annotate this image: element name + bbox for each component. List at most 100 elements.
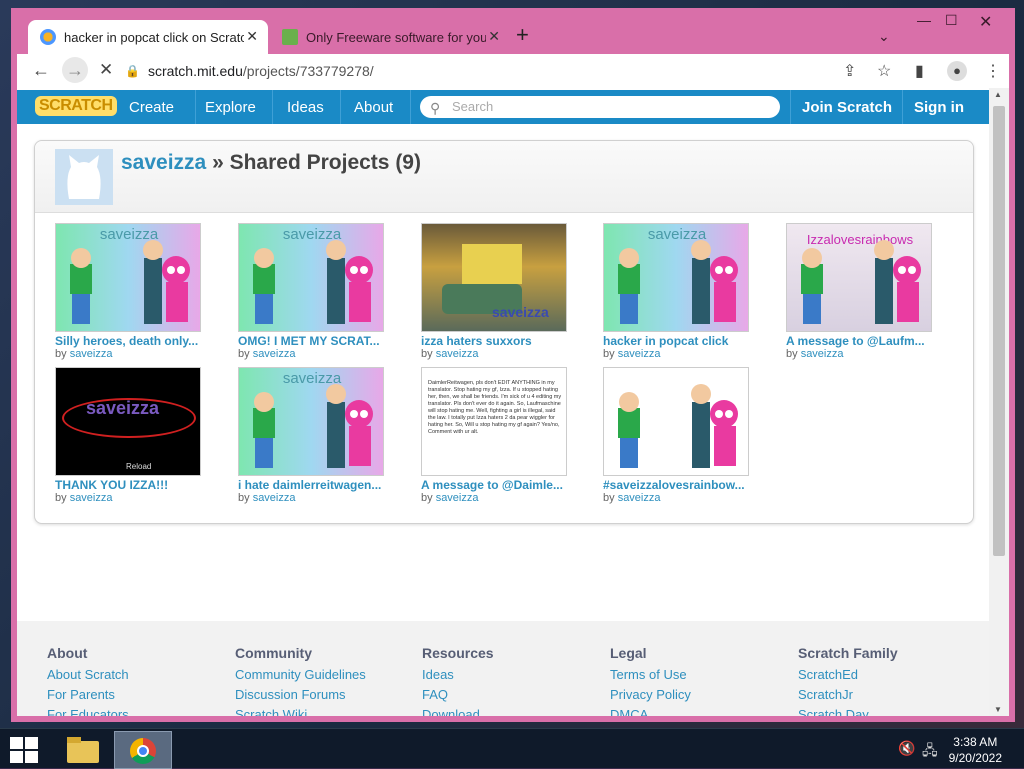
project-author[interactable]: saveizza (801, 348, 844, 360)
stop-loading-icon[interactable]: ✕ (99, 60, 113, 80)
project-author[interactable]: saveizza (70, 348, 113, 360)
scratch-logo[interactable]: SCRATCH (35, 96, 117, 116)
project-author[interactable]: saveizza (253, 348, 296, 360)
project-card[interactable]: #saveizzalovesrainbow... by saveizza (603, 367, 753, 504)
project-card[interactable]: saveizza hacker in popcat click by saveizz… (603, 223, 753, 360)
footer-link[interactable]: Download (422, 707, 494, 716)
back-arrow-icon[interactable]: ← (32, 60, 50, 80)
project-thumbnail[interactable]: saveizza (603, 223, 753, 332)
project-thumbnail[interactable]: saveizza Reload (55, 367, 205, 476)
project-card[interactable]: saveizza izza haters suxxors by saveizza (421, 223, 571, 360)
project-title[interactable]: izza haters suxxors (421, 334, 571, 348)
profile-username[interactable]: saveizza (121, 151, 206, 174)
footer-column: About About Scratch For Parents For Educato… (47, 645, 129, 716)
project-title[interactable]: THANK YOU IZZA!!! (55, 478, 205, 492)
project-card[interactable]: saveizza OMG! I MET MY SCRAT... by saveizz… (238, 223, 388, 360)
divider (410, 90, 411, 124)
divider (902, 90, 903, 124)
project-card[interactable]: saveizza i hate daimlerreitwagen... by sav… (238, 367, 388, 504)
projects-box: saveizza » Shared Projects (9) saveizza S… (34, 140, 974, 524)
footer-link[interactable]: Scratch Wiki (235, 707, 366, 716)
characters-illustration (70, 240, 190, 324)
project-card[interactable]: saveizza Silly heroes, death only... by sa… (55, 223, 205, 360)
search-input[interactable]: ⚲ Search (420, 96, 780, 118)
characters-illustration (801, 240, 921, 324)
footer-link[interactable]: About Scratch (47, 667, 129, 682)
close-tab-icon[interactable]: ✕ (488, 28, 500, 45)
nav-explore[interactable]: Explore (205, 99, 256, 116)
project-title[interactable]: OMG! I MET MY SCRAT... (238, 334, 388, 348)
project-byline: by saveizza (238, 348, 388, 360)
network-icon[interactable]: 🖧 (922, 740, 938, 764)
thumb-banner: saveizza (492, 304, 549, 320)
tab-freeware[interactable]: Only Freeware software for your ✕ (270, 20, 510, 54)
sign-in-link[interactable]: Sign in (914, 99, 964, 116)
project-author[interactable]: saveizza (253, 492, 296, 504)
project-thumbnail[interactable]: saveizza (55, 223, 205, 332)
project-author[interactable]: saveizza (70, 492, 113, 504)
system-clock[interactable]: 3:38 AM 9/20/2022 (949, 734, 1002, 766)
volume-muted-icon[interactable]: 🔇 (898, 740, 915, 757)
project-thumbnail[interactable] (603, 367, 753, 476)
footer-link[interactable]: Community Guidelines (235, 667, 366, 682)
project-title[interactable]: A message to @Laufm... (786, 334, 936, 348)
close-window-icon[interactable]: ✕ (979, 12, 992, 32)
scroll-down-icon[interactable]: ▼ (994, 705, 1002, 714)
scrollbar-thumb[interactable] (993, 106, 1005, 556)
chevron-down-icon[interactable]: ⌄ (878, 28, 890, 45)
footer-link[interactable]: DMCA (610, 707, 691, 716)
footer-link[interactable]: ScratchJr (798, 687, 898, 702)
footer-link[interactable]: FAQ (422, 687, 494, 702)
nav-about[interactable]: About (354, 99, 393, 116)
project-thumbnail[interactable]: saveizza (238, 223, 388, 332)
side-panel-icon[interactable]: ▮ (915, 61, 924, 81)
scroll-up-icon[interactable]: ▲ (994, 90, 1002, 99)
project-thumbnail[interactable]: DaimlerReitwagen, pls don't EDIT ANYTHIN… (421, 367, 571, 476)
project-thumbnail[interactable]: saveizza (421, 223, 571, 332)
footer-link[interactable]: For Educators (47, 707, 129, 716)
project-card[interactable]: DaimlerReitwagen, pls don't EDIT ANYTHIN… (421, 367, 571, 504)
project-author[interactable]: saveizza (436, 492, 479, 504)
address-bar[interactable]: 🔒 scratch.mit.edu/projects/733779278/ (125, 54, 374, 88)
project-card[interactable]: saveizza Reload THANK YOU IZZA!!! by saveiz… (55, 367, 205, 504)
project-title[interactable]: hacker in popcat click (603, 334, 753, 348)
windows-start-icon[interactable] (10, 737, 38, 763)
project-author[interactable]: saveizza (618, 492, 661, 504)
project-title[interactable]: Silly heroes, death only... (55, 334, 205, 348)
scrollbar[interactable]: ▲ ▼ (989, 88, 1009, 716)
by-label: by (421, 348, 433, 360)
thumb-banner: saveizza (86, 398, 160, 418)
share-icon[interactable]: ⇪ (843, 61, 856, 81)
project-card[interactable]: Izzalovesrainbows A message to @Laufm... b… (786, 223, 936, 360)
bookmark-star-icon[interactable]: ☆ (877, 61, 891, 81)
project-title[interactable]: i hate daimlerreitwagen... (238, 478, 388, 492)
footer-link[interactable]: Discussion Forums (235, 687, 366, 702)
menu-kebab-icon[interactable]: ⋮ (985, 61, 1001, 81)
join-scratch-link[interactable]: Join Scratch (802, 99, 892, 116)
project-title[interactable]: #saveizzalovesrainbow... (603, 478, 753, 492)
project-title[interactable]: A message to @Daimle... (421, 478, 571, 492)
forward-arrow-icon[interactable]: → (62, 57, 88, 83)
project-author[interactable]: saveizza (436, 348, 479, 360)
user-avatar[interactable] (55, 149, 113, 205)
project-thumbnail[interactable]: Izzalovesrainbows (786, 223, 936, 332)
footer-link[interactable]: Terms of Use (610, 667, 691, 682)
new-tab-button[interactable]: + (516, 24, 529, 46)
project-thumbnail[interactable]: saveizza (238, 367, 388, 476)
project-author[interactable]: saveizza (618, 348, 661, 360)
profile-avatar-icon[interactable]: ● (947, 61, 967, 81)
tab-scratch[interactable]: hacker in popcat click on Scratch ✕ (28, 20, 268, 54)
nav-create[interactable]: Create (129, 99, 174, 116)
close-tab-icon[interactable]: ✕ (246, 28, 258, 45)
maximize-icon[interactable]: ☐ (945, 12, 958, 29)
box-header: saveizza » Shared Projects (9) (35, 141, 973, 213)
file-explorer-icon[interactable] (55, 731, 113, 769)
minimize-icon[interactable]: — (917, 12, 931, 28)
footer-link[interactable]: Ideas (422, 667, 494, 682)
footer-link[interactable]: ScratchEd (798, 667, 898, 682)
footer-link[interactable]: For Parents (47, 687, 129, 702)
chrome-taskbar-icon[interactable] (114, 731, 172, 769)
footer-link[interactable]: Privacy Policy (610, 687, 691, 702)
footer-link[interactable]: Scratch Day (798, 707, 898, 716)
nav-ideas[interactable]: Ideas (287, 99, 324, 116)
